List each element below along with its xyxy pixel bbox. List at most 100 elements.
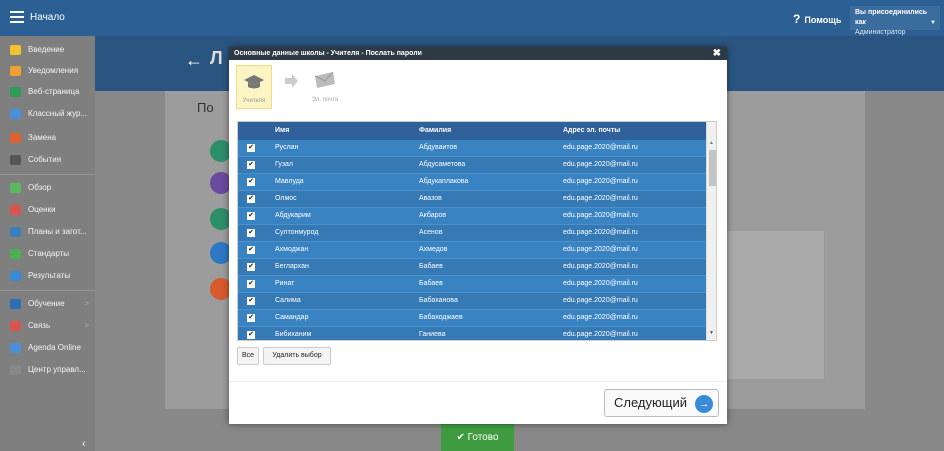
cell-email: edu.page.2020@mail.ru [563,212,638,219]
sidebar-item[interactable]: Уведомления [0,61,95,81]
question-icon: ? [793,12,801,26]
arrow-right-circle-icon: → [695,395,713,413]
home-link[interactable]: Начало [30,12,65,23]
row-checkbox[interactable]: ✔ [247,331,255,339]
cell-email: edu.page.2020@mail.ru [563,161,638,168]
next-button[interactable]: Следующий → [604,389,719,417]
table-row[interactable]: ✔ Самандар Бабаходжаев edu.page.2020@mail.r… [238,310,706,327]
row-checkbox[interactable]: ✔ [247,161,255,169]
row-checkbox[interactable]: ✔ [247,314,255,322]
table-row[interactable]: ✔ Абдукарим Акбаров edu.page.2020@mail.ru [238,208,706,225]
row-checkbox[interactable]: ✔ [247,229,255,237]
sidebar-item-label: Стандарты [28,249,70,258]
sidebar-item[interactable]: Центр управл... [0,360,95,380]
cell-email: edu.page.2020@mail.ru [563,331,638,338]
cell-last-name: Бабаханова [419,297,458,304]
home-icon [10,87,21,97]
row-checkbox[interactable]: ✔ [247,144,255,152]
sidebar-item[interactable]: Связь > [0,316,95,336]
sidebar-item[interactable]: Обзор [0,178,95,198]
scroll-thumb[interactable] [709,150,716,186]
scroll-down-icon[interactable]: ▼ [709,330,714,336]
clear-selection-button[interactable]: Удалить выбор [263,347,331,365]
person-icon [10,133,21,143]
scroll-up-icon[interactable]: ▲ [709,140,714,146]
table-row[interactable]: ✔ Ахмоджан Ахмедов edu.page.2020@mail.ru [238,242,706,259]
column-header-surname[interactable]: Фамилия [419,127,451,134]
done-button[interactable]: ✔ Готово [441,424,514,451]
cell-first-name: Самандар [275,314,309,321]
row-checkbox[interactable]: ✔ [247,212,255,220]
row-checkbox[interactable]: ✔ [247,280,255,288]
cell-last-name: Бабаев [419,263,443,270]
help-button[interactable]: ? Помощь [793,12,841,26]
table-row[interactable]: ✔ Бибиханим Ганиева edu.page.2020@mail.ru [238,327,706,340]
cell-last-name: Авазов [419,195,442,202]
sidebar-divider [0,290,95,291]
cell-email: edu.page.2020@mail.ru [563,195,638,202]
user-menu[interactable]: Вы присоединились как Администратор ▼ [850,6,940,36]
plan-icon [10,227,21,237]
sidebar-item-label: Связь [28,321,51,330]
sidebar-item[interactable]: Оценки [0,200,95,220]
collapse-sidebar-icon[interactable]: ‹ [82,438,86,450]
sidebar-item-label: События [28,155,62,164]
star-icon [10,45,21,55]
close-icon[interactable]: ✖ [713,47,721,60]
sidebar-item-label: Центр управл... [28,365,86,374]
sidebar-item[interactable]: Результаты [0,266,95,286]
menu-icon[interactable] [10,11,24,23]
select-all-button[interactable]: Все [237,347,259,365]
row-checkbox[interactable]: ✔ [247,195,255,203]
sidebar-item-label: Классный жур... [28,109,88,118]
cell-email: edu.page.2020@mail.ru [563,280,638,287]
sidebar-divider [0,174,95,175]
step-email[interactable]: Эл. почта [305,65,345,109]
sidebar-item[interactable]: Планы и загот... [0,222,95,242]
table-row[interactable]: ✔ Гузал Абдусаметова edu.page.2020@mail.ru [238,157,706,174]
cell-email: edu.page.2020@mail.ru [563,297,638,304]
send-passwords-dialog: Основные данные школы - Учителя - Послат… [229,47,727,424]
column-header-name[interactable]: Имя [275,127,289,134]
row-checkbox[interactable]: ✔ [247,263,255,271]
cell-first-name: Бибиханим [275,331,312,338]
grade-icon [10,205,21,215]
step-label: Эл. почта [311,97,339,103]
row-checkbox[interactable]: ✔ [247,246,255,254]
step-teachers[interactable]: Учителя [236,65,272,109]
table-row[interactable]: ✔ Олмос Авазов edu.page.2020@mail.ru [238,191,706,208]
sidebar-item-label: Результаты [28,271,71,280]
table-row[interactable]: ✔ Руслан Абдуваитов edu.page.2020@mail.ru [238,140,706,157]
dialog-header: Основные данные школы - Учителя - Послат… [229,47,727,60]
sidebar-item[interactable]: События [0,150,95,170]
sidebar-item[interactable]: Обучение > [0,294,95,314]
sidebar-item[interactable]: Веб-страница [0,82,95,102]
row-checkbox[interactable]: ✔ [247,297,255,305]
table-scrollbar[interactable]: ▲ ▼ [706,122,716,340]
step-label: Учителя [242,98,266,104]
sidebar-item-label: Планы и загот... [28,227,87,236]
circle-icon [10,183,21,193]
back-arrow-icon[interactable]: ← [185,50,203,71]
table-row[interactable]: ✔ Мавлуда Абдукаплакова edu.page.2020@mail.… [238,174,706,191]
row-checkbox[interactable]: ✔ [247,178,255,186]
cell-email: edu.page.2020@mail.ru [563,263,638,270]
sidebar-item[interactable]: Стандарты [0,244,95,264]
sidebar-item[interactable]: Agenda Online [0,338,95,358]
table-row[interactable]: ✔ Беглархан Бабаев edu.page.2020@mail.ru [238,259,706,276]
envelope-send-icon [314,71,335,88]
wizard-steps: Учителя Эл. почта [229,60,727,114]
sidebar-item[interactable]: Замена [0,128,95,148]
sidebar-item-label: Обзор [28,183,52,192]
table-row[interactable]: ✔ Ринат Бабаев edu.page.2020@mail.ru [238,276,706,293]
sidebar: ‹ Введение Уведомления Веб-страница Классны… [0,36,95,451]
envelope-icon [10,66,21,76]
cell-first-name: Салима [275,297,301,304]
column-header-email[interactable]: Адрес эл. почты [563,127,620,134]
teachers-table: Имя Фамилия Адрес эл. почты ✔ Руслан Абдув… [237,121,717,341]
table-row[interactable]: ✔ Султонмурод Асенов edu.page.2020@mail.ru [238,225,706,242]
sidebar-item[interactable]: Классный жур... [0,104,95,124]
table-row[interactable]: ✔ Салима Бабаханова edu.page.2020@mail.ru [238,293,706,310]
sidebar-item[interactable]: Введение [0,40,95,60]
pen-icon [10,343,21,353]
